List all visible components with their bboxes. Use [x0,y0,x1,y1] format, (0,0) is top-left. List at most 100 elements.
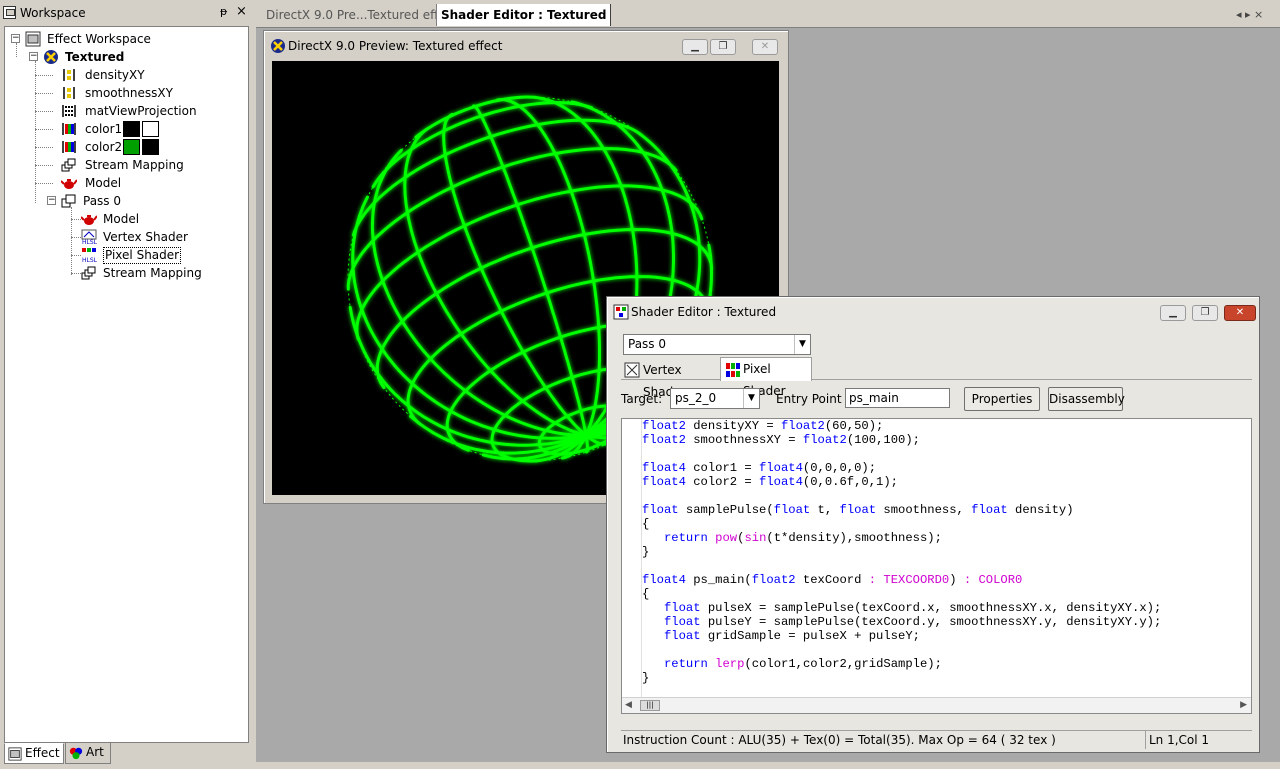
tree-item-color1[interactable]: color1 [61,120,241,138]
code-line: } [642,671,650,685]
target-select-value: ps_2_0 [675,391,717,405]
restore-button[interactable]: ❐ [710,39,736,55]
code-line: return pow(sin(t*density),smoothness); [663,531,942,545]
stream-mapping-icon [81,266,96,280]
collapse-icon[interactable]: − [29,52,38,61]
grid-line [472,104,588,437]
color2-swatch-secondary [142,139,159,155]
tab-label: Effect [25,746,60,760]
tree-item-smoothnessxy[interactable]: smoothnessXY [61,84,241,102]
target-label: Target: [621,392,663,406]
tab-shader-editor[interactable]: Shader Editor : Textured [436,4,612,26]
effect-tree: − Effect Workspace − Textured densityXY [4,26,249,743]
vector-variable-icon [63,69,75,81]
tree-label: color2 [85,140,123,154]
scroll-right-icon[interactable]: ▶ [1240,700,1247,710]
code-line: float pulseY = samplePulse(texCoord.y, s… [663,615,1162,629]
chevron-down-icon[interactable]: ▼ [794,335,810,354]
tree-label: color1 [85,122,123,136]
matrix-variable-icon [62,105,76,117]
directx-logo-icon [271,39,285,53]
tree-item-densityxy[interactable]: densityXY [61,66,241,84]
maximize-button[interactable]: ❐ [1192,305,1218,321]
tab-pixel-shader[interactable]: Pixel Shader [720,357,812,398]
tree-label: Textured [65,50,125,64]
color2-swatch-primary [123,139,140,155]
shader-code-editor[interactable]: float2 densityXY = float2(60,50); float2… [621,418,1252,714]
tree-label: Pass 0 [83,194,122,208]
preview-titlebar: DirectX 9.0 Preview: Textured effect ▁ ❐… [268,35,784,57]
code-line: return lerp(color1,color2,gridSample); [663,657,942,671]
tree-label: smoothnessXY [85,86,173,100]
code-line: float2 densityXY = float2(60,50); [642,419,884,433]
tab-art[interactable]: Art [65,743,111,764]
disassembly-button[interactable]: Disassembly [1048,387,1125,411]
pass-select-value: Pass 0 [628,337,667,351]
stream-mapping-icon [61,158,76,172]
code-gutter [622,419,642,713]
entry-point-label: Entry Point [776,392,842,406]
close-icon[interactable]: × [236,4,247,19]
collapse-icon[interactable]: − [47,196,56,205]
code-line: float4 color2 = float4(0,0.6f,0,1); [642,475,898,489]
target-select[interactable]: ps_2_0 ▼ [670,388,760,409]
tab-vertex-shader[interactable]: Vertex Shader [621,359,717,399]
workspace-title: Workspace [20,6,86,20]
pass-select[interactable]: Pass 0 ▼ [623,334,811,355]
close-button[interactable]: ✕ [752,39,778,55]
code-line: { [642,587,650,601]
tree-item-pass-stream-mapping[interactable]: Stream Mapping [81,264,241,282]
tree-item-model[interactable]: Model [61,174,241,192]
tab-effect[interactable]: Effect [4,743,64,764]
workspace-bottom-tabs: Effect Art [4,743,249,765]
tree-item-pixel-shader[interactable]: HLSL Pixel Shader [81,246,241,264]
minimize-button[interactable]: ▁ [682,39,708,55]
cursor-position-status: Ln 1,Col 1 [1149,733,1210,747]
chevron-down-icon[interactable]: ▼ [743,389,759,408]
scroll-thumb[interactable]: ||| [640,700,660,711]
tab-navigation-icons[interactable]: ◂ ▸ × [1236,4,1263,26]
horizontal-scrollbar[interactable]: ◀ ||| ▶ [622,697,1251,713]
tree-label: Model [103,212,140,226]
workspace-icon [3,6,16,19]
code-line: { [642,517,650,531]
properties-button[interactable]: Properties [964,387,1040,411]
color-variable-icon [62,123,76,135]
collapse-icon[interactable]: − [11,34,20,43]
instruction-count-status: Instruction Count : ALU(35) + Tex(0) = T… [623,733,1056,747]
vertex-shader-icon [624,362,640,378]
entry-point-input[interactable]: ps_main [845,388,950,408]
tree-item-effect-workspace[interactable]: − Effect Workspace [11,30,211,48]
tree-item-pass-0[interactable]: − Pass 0 [47,192,227,210]
code-line: } [642,545,650,559]
workspace-icon [8,747,22,761]
tree-label: Effect Workspace [47,32,151,46]
tree-label: matViewProjection [85,104,197,118]
tree-item-color2[interactable]: color2 [61,138,241,156]
shader-editor-titlebar: Shader Editor : Textured ▁ ❐ ✕ [611,301,1256,323]
workspace-titlebar: Workspace ᵽ × [0,4,252,22]
art-palette-icon [69,747,83,760]
code-line: float4 color1 = float4(0,0,0,0); [642,461,877,475]
document-tabs: DirectX 9.0 Pre...Textured effect Shader… [256,4,1280,26]
color-variable-icon [62,141,76,153]
scroll-left-icon[interactable]: ◀ [625,700,632,710]
pixel-shader-icon [726,363,740,377]
code-line: float samplePulse(float t, float smoothn… [642,503,1074,517]
tree-label: Pixel Shader [103,247,182,264]
tab-directx-preview[interactable]: DirectX 9.0 Pre...Textured effect [266,4,457,26]
tree-item-stream-mapping[interactable]: Stream Mapping [61,156,241,174]
minimize-button[interactable]: ▁ [1160,305,1186,321]
close-button[interactable]: ✕ [1224,305,1256,321]
tree-label: densityXY [85,68,145,82]
code-line: float gridSample = pulseX + pulseY; [663,629,920,643]
color1-swatch-secondary [142,121,159,137]
grid-line [403,126,588,437]
pin-icon[interactable]: ᵽ [220,5,227,18]
tree-item-matviewprojection[interactable]: matViewProjection [61,102,241,120]
color1-swatch-primary [123,121,140,137]
shader-editor-window[interactable]: Shader Editor : Textured ▁ ❐ ✕ Pass 0 ▼ … [606,296,1260,753]
tree-item-vertex-shader[interactable]: HLSL Vertex Shader [81,228,241,246]
tree-item-pass-model[interactable]: Model [81,210,241,228]
tree-item-textured[interactable]: − Textured [29,48,229,66]
